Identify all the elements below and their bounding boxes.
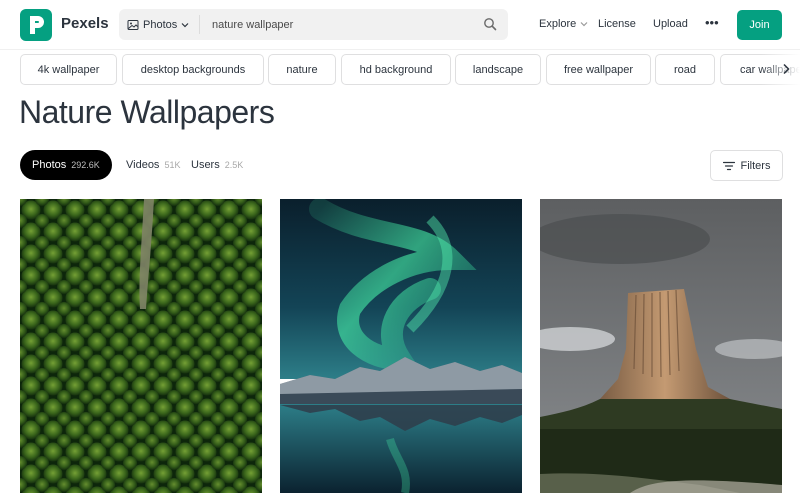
tab-videos[interactable]: Videos 51K [126,150,180,180]
pexels-logo-icon[interactable] [20,9,52,41]
search-type-dropdown[interactable]: Photos [119,9,199,40]
nav-explore-label: Explore [539,18,577,30]
chip-desktop-backgrounds[interactable]: desktop backgrounds [122,54,264,85]
chip-landscape[interactable]: landscape [455,54,541,85]
tab-users[interactable]: Users 2.5K [191,150,243,180]
nav-explore[interactable]: Explore [539,18,588,30]
chevron-right-icon[interactable] [778,61,794,77]
search-type-label: Photos [143,18,178,31]
brand-name[interactable]: Pexels [61,15,109,32]
photo-card-forest[interactable] [20,199,262,493]
chip-4k-wallpaper[interactable]: 4k wallpaper [20,54,117,85]
tab-videos-label: Videos [126,159,160,171]
tab-photos[interactable]: Photos 292.6K [20,150,112,180]
filters-button[interactable]: Filters [710,150,783,181]
nav-license[interactable]: License [598,18,636,30]
tab-photos-label: Photos [32,159,67,171]
image-icon [127,19,139,30]
top-header: Pexels Photos Explore License Upload •••… [0,0,800,50]
search-icon[interactable] [483,17,497,31]
related-searches: 4k wallpaper desktop backgrounds nature … [20,54,800,85]
tab-users-label: Users [191,159,220,171]
photo-card-devils-tower[interactable] [540,199,782,493]
tab-videos-count: 51K [164,160,181,170]
search-input[interactable] [212,9,472,40]
devils-tower-image [540,199,782,493]
filter-icon [722,161,735,170]
chevron-down-icon [580,22,588,27]
chip-free-wallpaper[interactable]: free wallpaper [546,54,651,85]
search-bar: Photos [119,9,508,40]
join-button[interactable]: Join [737,10,782,40]
search-divider [199,15,200,34]
aerial-forest-image [20,199,262,493]
filters-label: Filters [740,159,771,172]
aurora-lake-image [280,199,522,493]
tab-users-count: 2.5K [224,160,244,170]
page-title: Nature Wallpapers [19,94,275,130]
chip-nature[interactable]: nature [268,54,336,85]
chip-road[interactable]: road [655,54,715,85]
tab-photos-count: 292.6K [71,160,100,170]
chevron-down-icon [181,22,189,27]
more-options-icon[interactable]: ••• [705,16,719,30]
photo-card-aurora[interactable] [280,199,522,493]
chip-hd-background[interactable]: hd background [341,54,451,85]
nav-upload[interactable]: Upload [653,18,688,30]
